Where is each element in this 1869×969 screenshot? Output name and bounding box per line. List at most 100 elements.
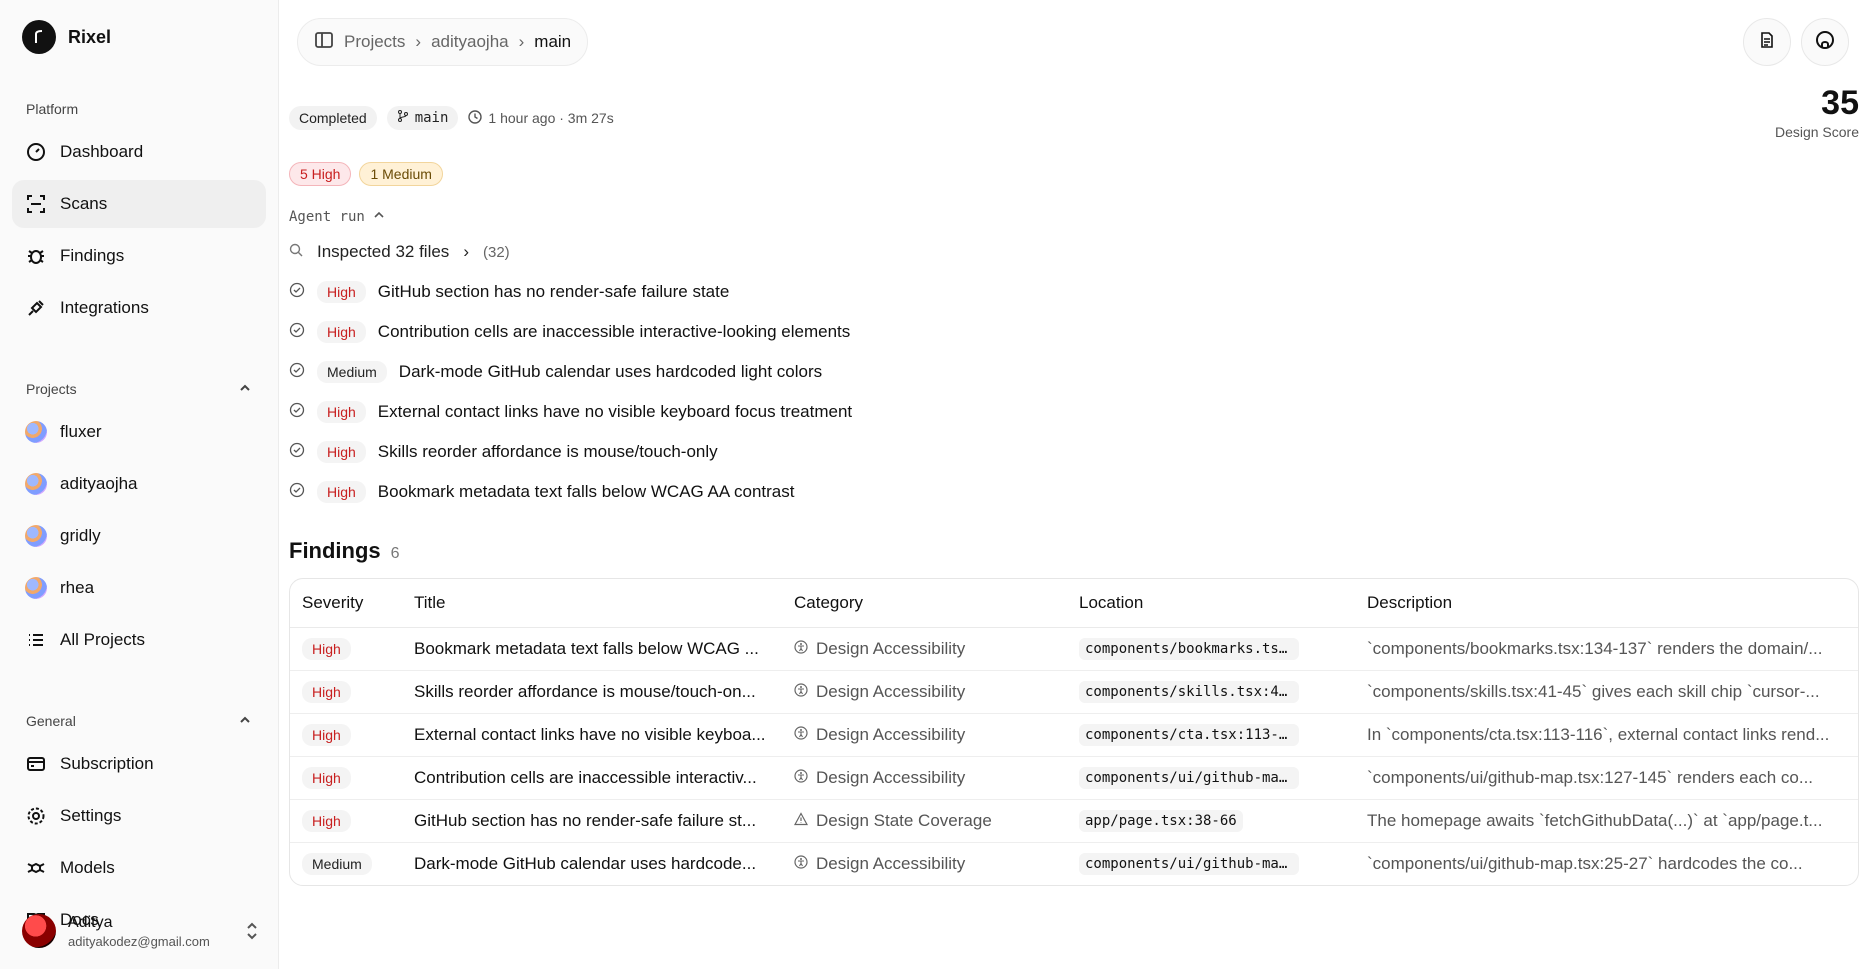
models-icon (24, 856, 48, 880)
sidebar: Rixel Platform Dashboard Scans Findings (0, 0, 279, 969)
finding-category: Design Accessibility (816, 639, 966, 658)
table-row[interactable]: High Contribution cells are inaccessible… (290, 756, 1858, 800)
sidebar-item-scans[interactable]: Scans (12, 180, 266, 228)
breadcrumb-projects[interactable]: Projects (344, 32, 405, 52)
agent-item-title: Dark-mode GitHub calendar uses hardcoded… (398, 362, 823, 381)
clock-icon (468, 109, 483, 127)
inspected-files-row[interactable]: Inspected 32 files › (32) (289, 232, 1859, 272)
sidebar-project-adityaojha[interactable]: adityaojha (12, 460, 266, 508)
chevron-up-icon (238, 713, 252, 730)
agent-item-title: External contact links have no visible k… (377, 402, 853, 421)
findings-count: 6 (390, 545, 400, 562)
severity-badge: High (302, 767, 351, 789)
finding-title: GitHub section has no render-safe failur… (402, 799, 782, 843)
check-circle-icon (289, 402, 305, 423)
sidebar-item-label: Integrations (60, 298, 149, 317)
brand[interactable]: Rixel (12, 0, 266, 74)
report-button[interactable] (1743, 18, 1791, 66)
finding-title: Dark-mode GitHub calendar uses hardcode.… (414, 854, 757, 873)
severity-badge: High (317, 281, 366, 303)
col-severity[interactable]: Severity (290, 579, 402, 628)
sidebar-item-settings[interactable]: Settings (12, 792, 266, 840)
branch-name: main (414, 110, 449, 126)
card-icon (24, 752, 48, 776)
check-circle-icon (289, 482, 305, 503)
accessibility-icon (794, 639, 808, 659)
list-icon (24, 628, 48, 652)
severity-badge: High (302, 638, 351, 660)
project-avatar-icon (25, 525, 47, 547)
sidebar-item-subscription[interactable]: Subscription (12, 740, 266, 788)
chevron-right-icon: › (518, 32, 525, 51)
branch-badge: main (386, 106, 459, 130)
scan-time: 1 hour ago · 3m 27s (468, 109, 614, 127)
sidebar-project-fluxer[interactable]: fluxer (12, 408, 266, 456)
table-row[interactable]: High GitHub section has no render-safe f… (290, 799, 1858, 843)
medium-count-badge[interactable]: 1 Medium (359, 162, 443, 186)
finding-title: Skills reorder affordance is mouse/touch… (402, 670, 782, 714)
sidebar-item-integrations[interactable]: Integrations (12, 284, 266, 332)
sidebar-project-gridly[interactable]: gridly (12, 512, 266, 560)
design-score: 35 Design Score (1775, 86, 1859, 140)
agent-item[interactable]: High Skills reorder affordance is mouse/… (289, 432, 1859, 472)
severity-badge: High (302, 810, 351, 832)
sidebar-item-findings[interactable]: Findings (12, 232, 266, 280)
finding-title: Bookmark metadata text falls below WCAG … (402, 627, 782, 671)
rixel-logo-icon (22, 20, 56, 54)
accessibility-icon (794, 725, 808, 745)
github-button[interactable] (1801, 18, 1849, 66)
user-menu[interactable]: Aditya adityakodez@gmail.com (12, 905, 266, 957)
agent-item[interactable]: High Bookmark metadata text falls below … (289, 472, 1859, 512)
finding-title: Contribution cells are inaccessible inte… (402, 756, 782, 800)
agent-item[interactable]: High GitHub section has no render-safe f… (289, 272, 1859, 312)
check-circle-icon (289, 362, 305, 383)
finding-location: app/page.tsx:38-66 (1079, 810, 1243, 832)
projects-section-label[interactable]: Projects (12, 354, 266, 404)
finding-category: Design Accessibility (816, 725, 966, 744)
sidebar-item-models[interactable]: Models (12, 844, 266, 892)
document-icon (1758, 31, 1776, 54)
finding-description: In `components/cta.tsx:113-116`, externa… (1355, 713, 1858, 757)
user-email: adityakodez@gmail.com (68, 933, 210, 949)
sidebar-item-label: Subscription (60, 754, 154, 773)
findings-table: Severity Title Category Location Descrip… (289, 578, 1859, 886)
col-description[interactable]: Description (1355, 579, 1858, 628)
col-category[interactable]: Category (782, 579, 1067, 628)
agent-item-title: Bookmark metadata text falls below WCAG … (377, 482, 795, 501)
sidebar-item-label: adityaojha (60, 474, 138, 493)
table-row[interactable]: High Bookmark metadata text falls below … (290, 627, 1858, 671)
agent-item-title: Contribution cells are inaccessible inte… (377, 322, 851, 341)
agent-run-toggle[interactable]: Agent run (289, 202, 1859, 232)
col-location[interactable]: Location (1067, 579, 1355, 628)
agent-item[interactable]: High External contact links have no visi… (289, 392, 1859, 432)
sidebar-project-rhea[interactable]: rhea (12, 564, 266, 612)
main-content: Projects › adityaojha › main 35 Design S… (279, 0, 1869, 969)
sidebar-item-label: rhea (60, 578, 95, 597)
gauge-icon (24, 140, 48, 164)
table-row[interactable]: High Skills reorder affordance is mouse/… (290, 670, 1858, 714)
bug-icon (24, 244, 48, 268)
sidebar-item-label: Models (60, 858, 115, 877)
agent-item[interactable]: Medium Dark-mode GitHub calendar uses ha… (289, 352, 1859, 392)
col-title[interactable]: Title (402, 579, 782, 628)
agent-item[interactable]: High Contribution cells are inaccessible… (289, 312, 1859, 352)
finding-description: `components/skills.tsx:41-45` gives each… (1355, 670, 1858, 714)
sidebar-toggle-icon[interactable] (314, 30, 334, 55)
finding-location: components/ui/github-map.tsx... (1079, 853, 1299, 875)
high-count-badge[interactable]: 5 High (289, 162, 352, 186)
severity-badge: High (317, 441, 366, 463)
general-section-label[interactable]: General (12, 686, 266, 736)
check-circle-icon (289, 322, 305, 343)
sidebar-item-dashboard[interactable]: Dashboard (12, 128, 266, 176)
table-row[interactable]: High External contact links have no visi… (290, 713, 1858, 757)
table-header-row: Severity Title Category Location Descrip… (290, 579, 1858, 628)
table-row[interactable]: Medium Dark-mode GitHub calendar uses ha… (290, 843, 1858, 886)
sidebar-item-all-projects[interactable]: All Projects (12, 616, 266, 664)
finding-category: Design State Coverage (816, 811, 992, 830)
breadcrumb-project[interactable]: adityaojha (431, 32, 509, 52)
accessibility-icon (794, 682, 808, 702)
avatar (22, 914, 56, 948)
design-score-label: Design Score (1774, 124, 1859, 140)
severity-badge: High (302, 681, 351, 703)
sidebar-item-label: All Projects (60, 630, 146, 649)
